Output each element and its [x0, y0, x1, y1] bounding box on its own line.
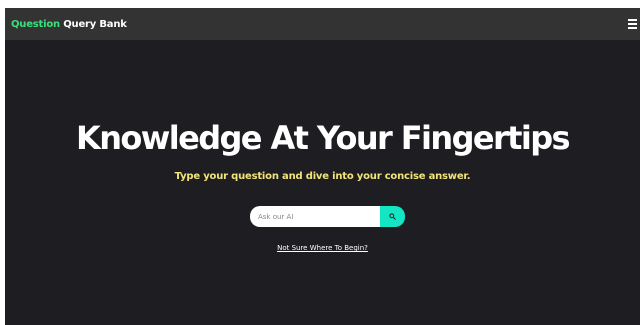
- search-icon: [389, 213, 396, 220]
- brand-logo[interactable]: Question Query Bank: [11, 19, 127, 30]
- help-link-row: Not Sure Where To Begin?: [5, 244, 640, 252]
- search-input[interactable]: [250, 206, 380, 227]
- hero-subtitle: Type your question and dive into your co…: [174, 171, 471, 182]
- brand-rest-text: Query Bank: [59, 18, 127, 30]
- menu-bar: [628, 23, 637, 25]
- search-bar: [250, 206, 405, 227]
- app-window: Question Query Bank Knowledge At Your Fi…: [5, 8, 640, 325]
- search-button[interactable]: [380, 206, 405, 227]
- brand-accent-text: Question: [11, 18, 60, 30]
- menu-bar: [628, 27, 637, 29]
- hamburger-menu-icon[interactable]: [628, 19, 637, 29]
- navbar: Question Query Bank: [5, 8, 640, 40]
- not-sure-link[interactable]: Not Sure Where To Begin?: [277, 244, 368, 252]
- hero-section: Knowledge At Your Fingertips Type your q…: [5, 118, 640, 182]
- hero-title: Knowledge At Your Fingertips: [76, 119, 571, 157]
- menu-bar: [628, 19, 637, 21]
